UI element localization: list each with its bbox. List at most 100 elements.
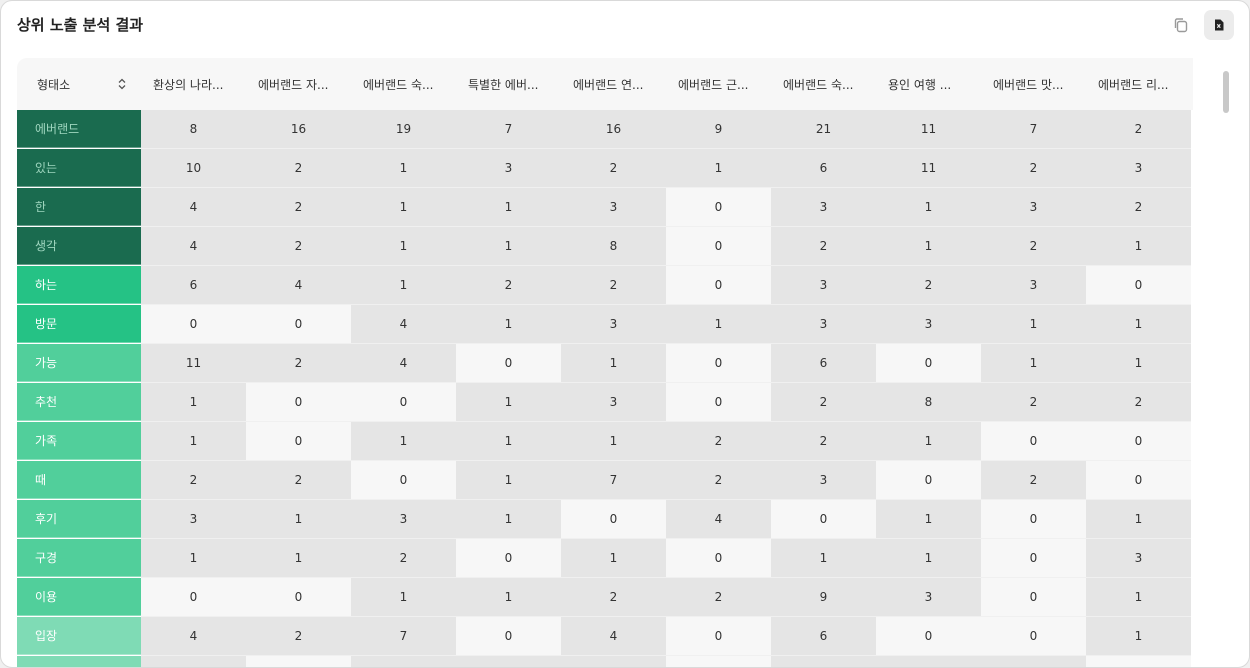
table-cell: 4 — [246, 266, 351, 305]
table-cell: 0 — [1086, 266, 1191, 305]
row-label: 에버랜드 — [17, 110, 141, 148]
row-label — [17, 656, 141, 667]
table-cell: 2 — [1086, 383, 1191, 422]
table-cell: 1 — [456, 422, 561, 461]
column-header[interactable]: 에버랜드 근... — [678, 58, 769, 110]
table-cell: 19 — [351, 110, 456, 149]
table-cell: 1 — [876, 422, 981, 461]
column-header[interactable]: 특별한 에버... — [468, 58, 559, 110]
column-header[interactable]: 에버랜드 연... — [573, 58, 664, 110]
table-cell: 1 — [1086, 305, 1191, 344]
table-cell: 0 — [981, 578, 1086, 617]
table-cell: 0 — [666, 539, 771, 578]
table-cell: 1 — [876, 500, 981, 539]
result-table: 형태소 환상의 나라... 에버랜드 자... 에버랜드 숙... 특별한 에버...… — [17, 58, 1233, 667]
table-cell: 1 — [456, 461, 561, 500]
column-header[interactable]: 에버랜드 리... — [1098, 58, 1189, 110]
table-cell: 0 — [666, 344, 771, 383]
table-cell: 2 — [561, 266, 666, 305]
table-cell: 1 — [876, 539, 981, 578]
table-cell: 2 — [666, 422, 771, 461]
table-cell: 2 — [1086, 110, 1191, 149]
table-row: 후기 3 1 3 1 0 4 0 1 0 1 — [17, 500, 1193, 539]
table-row: 하는 6 4 1 2 2 0 3 2 3 0 — [17, 266, 1193, 305]
table-cell: 0 — [876, 617, 981, 656]
table-cell: 1 — [561, 344, 666, 383]
table-cell: 8 — [561, 227, 666, 266]
table-cell: 3 — [771, 305, 876, 344]
table-cell: 0 — [666, 383, 771, 422]
scrollbar-thumb[interactable] — [1223, 71, 1229, 113]
table-cell: 1 — [351, 266, 456, 305]
copy-button[interactable] — [1167, 11, 1195, 39]
column-header[interactable]: 에버랜드 숙... — [363, 58, 454, 110]
table-cell: 6 — [771, 344, 876, 383]
table-cell: 3 — [771, 461, 876, 500]
table-cell: 1 — [351, 149, 456, 188]
table-cell: 1 — [1086, 227, 1191, 266]
table-cell: 1 — [561, 422, 666, 461]
table-cell: 2 — [771, 422, 876, 461]
table-cell: 1 — [771, 539, 876, 578]
table-cell: 3 — [876, 305, 981, 344]
table-header: 형태소 환상의 나라... 에버랜드 자... 에버랜드 숙... 특별한 에버...… — [17, 58, 1193, 110]
table-cell: 1 — [561, 539, 666, 578]
column-header[interactable]: 에버랜드 자... — [258, 58, 349, 110]
row-label: 후기 — [17, 500, 141, 538]
table-cell: 4 — [351, 344, 456, 383]
table-cell: 3 — [456, 149, 561, 188]
table-cell: 2 — [771, 227, 876, 266]
table-row: 추천 1 0 0 1 3 0 2 8 2 2 — [17, 383, 1193, 422]
table-cell: 0 — [1086, 422, 1191, 461]
table-cell: 3 — [981, 266, 1086, 305]
table-cell — [246, 656, 351, 667]
row-label: 때 — [17, 461, 141, 499]
table-cell: 0 — [351, 461, 456, 500]
table-cell: 3 — [141, 500, 246, 539]
table-cell: 4 — [666, 500, 771, 539]
table-cell: 7 — [456, 110, 561, 149]
table-cell: 1 — [246, 500, 351, 539]
table-cell: 1 — [1086, 617, 1191, 656]
table-cell: 2 — [351, 539, 456, 578]
table-cell: 7 — [561, 461, 666, 500]
table-cell: 0 — [666, 266, 771, 305]
table-cell — [876, 656, 981, 667]
table-cell: 2 — [666, 461, 771, 500]
table-cell: 2 — [246, 227, 351, 266]
table-cell: 3 — [771, 188, 876, 227]
column-header[interactable]: 환상의 나라... — [153, 58, 244, 110]
table-cell: 2 — [666, 578, 771, 617]
sort-icon[interactable] — [115, 77, 129, 91]
vertical-scrollbar[interactable] — [1219, 61, 1231, 665]
table-cell: 0 — [666, 227, 771, 266]
table-cell: 3 — [981, 188, 1086, 227]
table-cell: 1 — [456, 578, 561, 617]
row-label: 가능 — [17, 344, 141, 382]
row-label: 추천 — [17, 383, 141, 421]
table-cell — [456, 656, 561, 667]
table-row: 에버랜드 8 16 19 7 16 9 21 11 7 2 — [17, 110, 1193, 149]
table-cell: 16 — [561, 110, 666, 149]
table-cell: 3 — [561, 305, 666, 344]
table-cell: 11 — [876, 110, 981, 149]
table-cell: 7 — [351, 617, 456, 656]
column-header[interactable]: 용인 여행 ... — [888, 58, 979, 110]
table-cell — [351, 656, 456, 667]
column-header[interactable]: 에버랜드 숙... — [783, 58, 874, 110]
table-cell: 2 — [246, 617, 351, 656]
table-cell: 0 — [141, 578, 246, 617]
table-cell: 1 — [981, 305, 1086, 344]
export-button[interactable] — [1204, 10, 1234, 40]
column-header[interactable]: 에버랜드 맛... — [993, 58, 1084, 110]
table-cell: 2 — [771, 383, 876, 422]
table-cell: 0 — [456, 344, 561, 383]
table-cell: 11 — [876, 149, 981, 188]
table-cell: 0 — [246, 305, 351, 344]
table-row — [17, 656, 1193, 667]
row-label: 한 — [17, 188, 141, 226]
table-cell: 1 — [351, 188, 456, 227]
table-cell: 4 — [141, 617, 246, 656]
table-row: 구경 1 1 2 0 1 0 1 1 0 3 — [17, 539, 1193, 578]
table-cell: 3 — [771, 266, 876, 305]
